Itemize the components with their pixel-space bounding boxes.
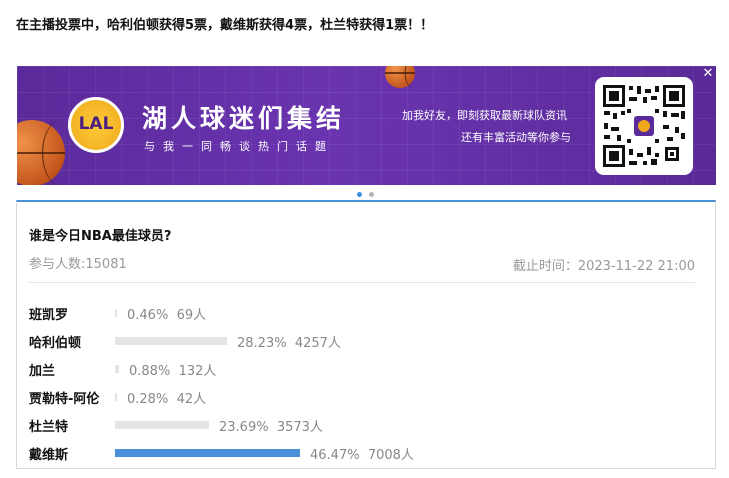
vote-bar [115,309,117,317]
vote-percent: 28.23% [237,336,287,351]
banner-subtitle: 与我一同畅谈热门话题 [144,140,334,153]
logo-text: LAL [78,114,114,134]
vote-count: 69人 [176,308,207,323]
poll-option-row[interactable]: 贾勒特-阿伦 0.28% 42人 [29,388,689,407]
promo-banner[interactable]: LAL 湖人球迷们集结 与我一同畅谈热门话题 加我好友，即刻获取最新球队资讯 还… [17,66,716,185]
poll-option-row[interactable]: 加兰 0.88% 132人 [29,360,689,379]
carousel-indicator [357,192,377,198]
vote-percent: 0.88% [129,364,171,379]
vote-stats: 46.47% 7008人 [310,444,414,463]
vote-bar [115,393,117,401]
lakers-logo: LAL [68,97,124,153]
vote-bar [115,337,227,345]
vote-stats: 23.69% 3573人 [219,416,323,435]
qr-code-icon [601,83,687,169]
vote-count: 4257人 [294,336,341,351]
option-name: 加兰 [29,364,56,379]
banner-title: 湖人球迷们集结 [142,104,346,133]
poll-option-row[interactable]: 班凯罗 0.46% 69人 [29,304,689,323]
option-name: 贾勒特-阿伦 [29,392,100,407]
vote-count: 132人 [178,364,217,379]
vote-bar [115,365,119,373]
poll-deadline: 截止时间：2023-11-22 21:00 [512,259,695,274]
vote-percent: 23.69% [219,420,269,435]
carousel-dot-active[interactable] [357,192,362,197]
vote-stats: 0.28% 42人 [127,388,206,407]
vote-count: 7008人 [367,448,414,463]
poll-card: 谁是今日NBA最佳球员? 参与人数:15081 截止时间：2023-11-22 … [16,200,716,469]
vote-count: 3573人 [276,420,323,435]
vote-bar [115,449,300,457]
poll-option-row[interactable]: 戴维斯 46.47% 7008人 [29,444,689,463]
poll-option-row[interactable]: 哈利伯顿 28.23% 4257人 [29,332,689,351]
vote-count: 42人 [176,392,207,407]
option-name: 戴维斯 [29,448,69,463]
vote-percent: 46.47% [310,448,360,463]
vote-bar [115,421,209,429]
banner-activity-text: 还有丰富活动等你参与 [461,131,571,144]
poll-question: 谁是今日NBA最佳球员? [29,229,172,244]
basketball-icon [17,120,65,185]
vote-stats: 0.46% 69人 [127,304,206,323]
carousel-dot[interactable] [369,192,374,197]
vote-stats: 28.23% 4257人 [237,332,341,351]
option-name: 班凯罗 [29,308,69,323]
banner-invite-text: 加我好友，即刻获取最新球队资讯 [402,109,567,122]
vote-percent: 0.46% [127,308,169,323]
vote-stats: 0.88% 132人 [129,360,216,379]
headline: 在主播投票中，哈利伯顿获得5票，戴维斯获得4票，杜兰特获得1票！！ [16,18,434,33]
option-name: 杜兰特 [29,420,69,435]
participant-count: 参与人数:15081 [29,257,127,272]
divider [29,282,695,283]
qr-code-card [595,77,693,175]
vote-percent: 0.28% [127,392,169,407]
poll-option-row[interactable]: 杜兰特 23.69% 3573人 [29,416,689,435]
close-icon[interactable]: ✕ [701,67,715,81]
option-name: 哈利伯顿 [29,336,82,351]
